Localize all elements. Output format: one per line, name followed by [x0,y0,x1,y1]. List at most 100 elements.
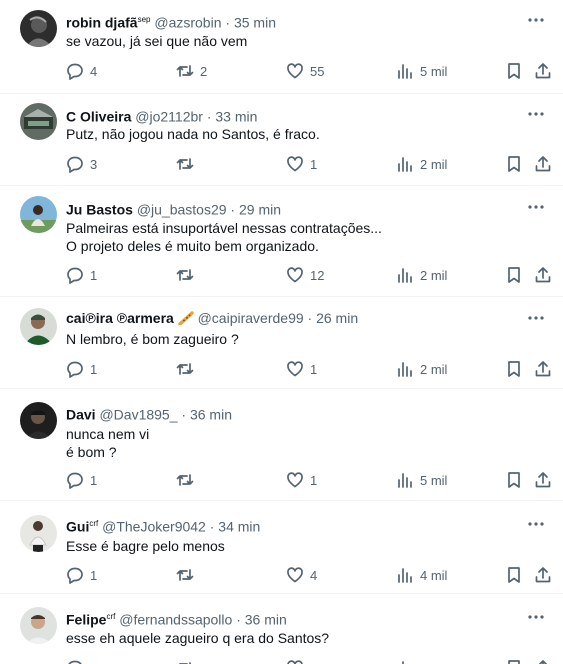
user-handle[interactable]: @jo2112br [135,109,203,125]
bookmark-button[interactable] [505,470,523,490]
user-handle[interactable]: @TheJoker9042 [102,519,206,535]
timestamp[interactable]: 34 min [218,519,260,535]
views-button[interactable]: 2 mil [396,154,447,174]
display-name[interactable]: Davi [66,407,96,423]
display-name[interactable]: Gui [66,519,89,535]
like-button[interactable]: 12 [286,265,324,285]
more-icon[interactable] [527,11,545,29]
display-name[interactable]: Felipe [66,612,106,628]
avatar[interactable] [20,196,57,233]
like-button[interactable]: 4 [286,565,317,585]
reply-icon [67,63,83,80]
timestamp[interactable]: 36 min [190,407,232,423]
avatar[interactable] [20,10,57,47]
retweet-button[interactable] [176,470,200,490]
bookmark-button[interactable] [505,61,523,81]
retweet-button[interactable] [176,265,200,285]
like-icon [287,472,303,488]
share-button[interactable] [534,61,552,81]
share-icon [535,361,551,377]
tweet[interactable]: robin djafãsep @azsrobin · 35 min se vaz… [0,0,563,94]
action-bar: 4 2 55 5 mil [66,61,551,81]
like-button[interactable] [286,658,304,664]
reply-button[interactable]: 1 [66,470,97,490]
retweet-icon [176,269,194,281]
more-icon[interactable] [527,198,545,216]
reply-button[interactable]: 1 [66,265,97,285]
user-handle[interactable]: @caipiraverde99 [198,310,304,326]
display-name[interactable]: C Oliveira [66,109,131,125]
like-button[interactable]: 55 [286,61,324,81]
retweet-icon [176,474,194,486]
user-handle[interactable]: @fernandssapollo [119,612,232,628]
avatar[interactable] [20,308,57,345]
tweet[interactable]: Guicrf @TheJoker9042 · 34 min Esse é bag… [0,501,563,594]
timestamp[interactable]: 26 min [316,310,358,326]
retweet-button[interactable]: 2 [176,61,207,81]
like-button[interactable]: 1 [286,154,317,174]
views-button[interactable] [396,658,414,664]
user-handle[interactable]: @azsrobin [154,15,221,31]
like-count: 1 [310,361,318,377]
reply-button[interactable]: 4 [66,61,97,81]
bookmark-button[interactable] [505,565,523,585]
display-name[interactable]: robin djafã [66,15,138,31]
share-button[interactable] [534,359,552,379]
like-button[interactable]: 1 [286,470,317,490]
retweet-button[interactable] [176,658,194,664]
views-button[interactable]: 2 mil [396,265,447,285]
tweet-text-line: se vazou, já sei que não vem [66,33,248,49]
avatar[interactable] [20,607,57,644]
avatar[interactable] [20,402,57,439]
user-handle[interactable]: @Dav1895_ [99,407,177,423]
share-button[interactable] [534,565,552,585]
timestamp[interactable]: 33 min [215,109,257,125]
share-button[interactable] [534,154,552,174]
more-icon[interactable] [527,608,545,626]
reply-count: 4 [90,63,98,79]
share-button[interactable] [534,265,552,285]
views-button[interactable]: 4 mil [396,565,447,585]
views-button[interactable]: 5 mil [396,470,447,490]
tweet[interactable]: Ju Bastos @ju_bastos29 · 29 min Palmeira… [0,186,563,297]
timestamp[interactable]: 36 min [245,612,287,628]
bookmark-button[interactable] [505,359,523,379]
display-name[interactable]: cai℗ira ℗armera [66,310,174,326]
views-button[interactable]: 2 mil [396,359,447,379]
tweet[interactable]: C Oliveira @jo2112br · 33 min Putz, não … [0,94,563,186]
tweet[interactable]: Davi @Dav1895_ · 36 min nunca nem vi é b… [0,389,563,501]
flute-emoji [178,311,194,325]
reply-button[interactable] [66,658,84,664]
views-count: 5 mil [420,472,448,488]
avatar[interactable] [20,103,57,140]
avatar[interactable] [20,515,57,552]
bookmark-button[interactable] [505,658,523,664]
retweet-button[interactable] [176,565,200,585]
like-button[interactable]: 1 [286,359,317,379]
like-icon [287,660,303,664]
views-icon [398,157,412,172]
display-name[interactable]: Ju Bastos [66,202,133,218]
like-icon [287,567,303,583]
share-icon [535,156,551,172]
views-button[interactable]: 5 mil [396,61,447,81]
share-button[interactable] [534,470,552,490]
timestamp[interactable]: 29 min [239,202,281,218]
bookmark-button[interactable] [505,154,523,174]
bookmark-button[interactable] [505,265,523,285]
views-count: 2 mil [420,267,448,283]
retweet-button[interactable] [176,359,200,379]
retweet-button[interactable] [176,154,200,174]
share-button[interactable] [534,658,552,664]
more-icon[interactable] [527,105,545,123]
user-handle[interactable]: @ju_bastos29 [137,202,227,218]
tweet[interactable]: Felipecrf @fernandssapollo · 36 min esse… [0,594,563,664]
tweet[interactable]: cai℗ira ℗armera @caipiraverde99 · 26 min… [0,297,563,389]
more-icon[interactable] [527,515,545,533]
timestamp[interactable]: 35 min [234,15,276,31]
reply-button[interactable]: 1 [66,565,97,585]
reply-button[interactable]: 3 [66,154,97,174]
more-icon[interactable] [527,309,545,327]
like-icon [287,267,303,283]
reply-button[interactable]: 1 [66,359,97,379]
